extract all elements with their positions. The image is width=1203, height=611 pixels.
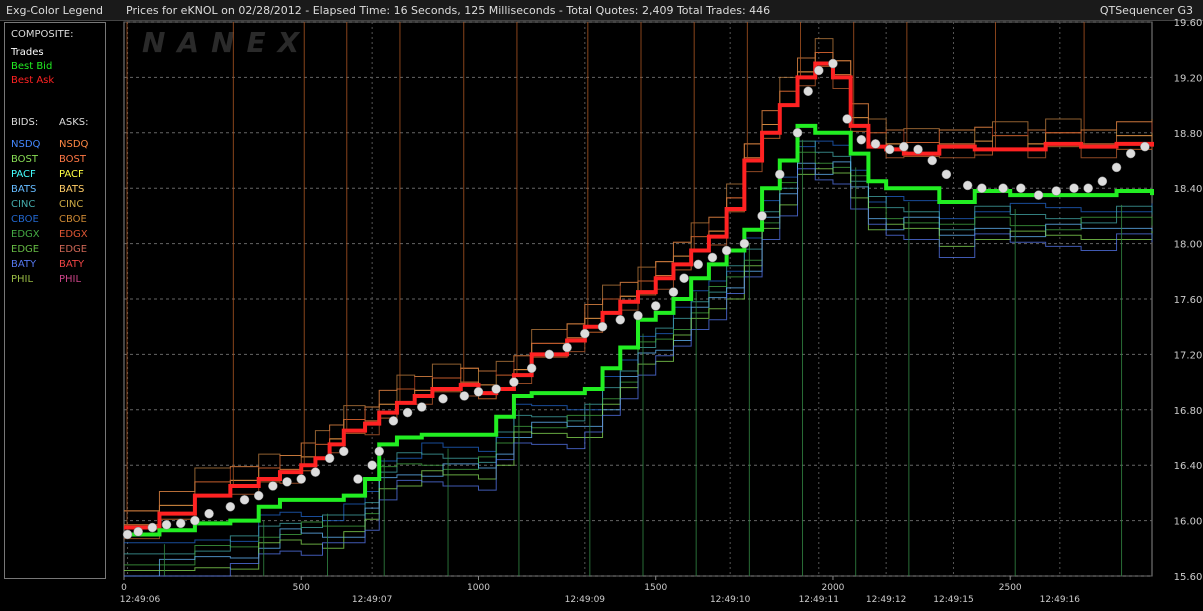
trade-point — [792, 128, 803, 138]
time-label: 12:49:15 — [933, 595, 973, 605]
y-tick-label: 17.20 — [1174, 350, 1203, 361]
x-tick-label: 1000 — [467, 583, 490, 593]
trade-point — [324, 453, 335, 464]
y-tick-label: 18.40 — [1174, 184, 1203, 195]
watermark: NANEX — [142, 26, 311, 59]
price-chart-svg: NANEX 19.60 19.20 18.80 18.40 18.00 17.60 17.20… — [120, 18, 1203, 605]
trade-point — [1097, 176, 1108, 187]
trade-point — [927, 155, 937, 166]
trade-point — [438, 393, 448, 404]
trade-point — [633, 310, 643, 321]
trade-point — [268, 481, 278, 491]
trade-point — [282, 477, 292, 487]
trade-point — [998, 183, 1008, 193]
trade-point — [856, 134, 867, 145]
trade-point — [353, 474, 363, 484]
trade-point — [296, 474, 306, 484]
y-tick-label: 15.60 — [1174, 572, 1203, 583]
trade-point — [615, 315, 626, 325]
time-label: 12:49:06 — [120, 595, 161, 605]
trade-point — [962, 180, 973, 191]
trade-point — [679, 273, 689, 283]
x-tick-label: 2500 — [999, 583, 1022, 593]
trade-point — [739, 238, 750, 249]
trade-point — [190, 515, 200, 526]
trade-point — [225, 502, 236, 512]
trade-point — [842, 114, 852, 124]
trade-point — [580, 328, 590, 339]
x-tick-label: 0 — [121, 583, 127, 593]
trade-point — [668, 287, 679, 297]
trade-point — [473, 387, 484, 397]
trade-point — [899, 141, 909, 152]
x-tick-label: 2000 — [822, 583, 845, 593]
trade-point — [1033, 190, 1044, 200]
x-tick-label: 500 — [293, 583, 310, 593]
trade-point — [814, 65, 824, 76]
trade-point — [707, 252, 718, 263]
trade-point — [562, 342, 572, 353]
trade-point — [367, 460, 377, 470]
trade-point — [1140, 141, 1150, 152]
trade-point — [913, 144, 923, 155]
trade-point — [1111, 162, 1122, 173]
trade-point — [977, 183, 987, 193]
trade-point — [941, 169, 952, 180]
trade-point — [339, 446, 349, 457]
trade-point — [1125, 148, 1136, 159]
y-tick-label: 16.80 — [1174, 406, 1203, 417]
trade-point — [417, 402, 427, 412]
y-tick-label: 16.40 — [1174, 461, 1203, 472]
trade-point — [828, 58, 838, 69]
trade-point — [1083, 183, 1093, 193]
trade-point — [597, 321, 608, 332]
y-tick-label: 18.00 — [1174, 240, 1203, 251]
x-tick-label: 1500 — [644, 583, 667, 593]
trade-point — [374, 446, 384, 457]
time-label: 12:49:10 — [710, 595, 751, 605]
trade-point — [544, 349, 555, 360]
y-tick-label: 17.60 — [1174, 295, 1203, 306]
y-tick-label: 18.80 — [1174, 129, 1203, 140]
trade-point — [491, 384, 501, 394]
trade-point — [1051, 186, 1062, 196]
trade-point — [253, 490, 264, 501]
trade-point — [870, 139, 881, 149]
trade-point — [775, 169, 785, 180]
trade-point — [884, 144, 895, 155]
y-tick-label: 19.60 — [1174, 18, 1203, 29]
time-label: 12:49:16 — [1040, 595, 1081, 605]
trade-point — [803, 86, 813, 96]
trade-point — [526, 363, 537, 373]
trade-point — [175, 518, 186, 529]
trade-point — [509, 377, 519, 387]
price-chart: NANEX 19.60 19.20 18.80 18.40 18.00 17.60 17.20… — [0, 0, 1203, 611]
trade-point — [239, 495, 250, 505]
y-tick-label: 16.00 — [1174, 517, 1203, 528]
time-label: 12:49:09 — [565, 595, 606, 605]
trade-point — [693, 259, 704, 270]
trade-point — [757, 211, 767, 221]
trade-point — [650, 301, 661, 311]
y-tick-label: 19.20 — [1174, 73, 1203, 84]
time-label: 12:49:07 — [352, 595, 392, 605]
trade-point — [721, 245, 732, 256]
trade-point — [310, 467, 321, 477]
trade-point — [161, 520, 172, 530]
trade-point — [204, 508, 214, 519]
trade-point — [1069, 183, 1079, 193]
trade-point — [1016, 183, 1026, 193]
time-label: 12:49:11 — [799, 595, 839, 605]
trade-point — [459, 391, 470, 401]
trade-point — [388, 416, 399, 426]
trade-point — [133, 526, 143, 537]
trade-point — [402, 407, 413, 418]
trade-point — [122, 529, 133, 540]
time-label: 12:49:12 — [866, 595, 906, 605]
trade-point — [147, 522, 158, 533]
